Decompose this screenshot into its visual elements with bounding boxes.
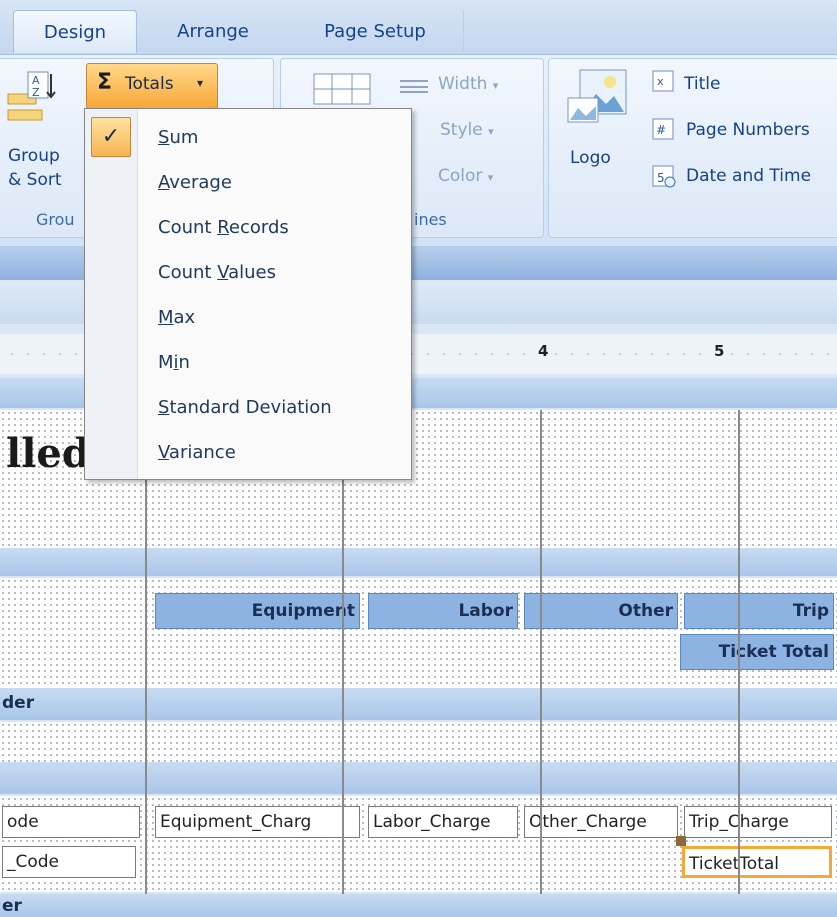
- group-header-label: der: [2, 693, 35, 713]
- menu-item-variance[interactable]: Variance: [158, 431, 236, 475]
- chevron-down-icon: ▾: [488, 125, 494, 138]
- move-handle[interactable]: [676, 836, 686, 846]
- detail-band[interactable]: [0, 762, 837, 794]
- menu-item-count-records[interactable]: Count Records: [158, 206, 289, 250]
- date-time-button[interactable]: Date and Time: [686, 166, 811, 186]
- tab-design[interactable]: Design: [13, 10, 137, 53]
- chevron-down-icon: ▾: [487, 171, 494, 184]
- report-title-label[interactable]: lled: [6, 430, 90, 477]
- group-sort-label-line1[interactable]: Group: [8, 146, 60, 166]
- field-code-2[interactable]: _Code: [2, 846, 136, 878]
- header-other[interactable]: Other: [524, 593, 678, 629]
- ruler-mark-4: 4: [536, 342, 551, 360]
- grid-column-line: [540, 410, 542, 894]
- title-button[interactable]: Title: [684, 74, 720, 94]
- ribbon-tab-bar: Design Arrange Page Setup: [0, 0, 837, 55]
- group-header-section[interactable]: [0, 722, 837, 762]
- color-button[interactable]: Color ▾: [438, 166, 493, 186]
- header-equipment[interactable]: Equipment: [155, 593, 360, 629]
- field-ticket-total-selected[interactable]: TicketTotal: [682, 846, 832, 878]
- svg-text:5: 5: [657, 171, 665, 185]
- width-button[interactable]: Width ▾: [438, 74, 498, 94]
- sigma-icon: Σ: [97, 70, 113, 95]
- tab-page-setup[interactable]: Page Setup: [300, 10, 450, 52]
- field-trip-charge[interactable]: Trip_Charge: [684, 806, 832, 838]
- menu-item-average[interactable]: Average: [158, 161, 232, 205]
- menu-item-max[interactable]: Max: [158, 296, 195, 340]
- page-numbers-icon: #: [652, 118, 674, 140]
- field-equipment-charge[interactable]: Equipment_Charg: [155, 806, 360, 838]
- menu-item-sum[interactable]: Sum: [158, 116, 198, 160]
- page-header-band[interactable]: [0, 548, 837, 576]
- group-sort-icon: A Z: [6, 68, 58, 132]
- totals-label: Totals: [125, 74, 174, 94]
- totals-button[interactable]: Σ Totals ▾: [86, 63, 218, 109]
- totals-dropdown-menu: ✓ Sum Average Count Records Count Values…: [84, 108, 412, 480]
- group-header-band[interactable]: der: [0, 688, 837, 720]
- menu-item-min[interactable]: Min: [158, 341, 190, 385]
- width-label: Width: [438, 74, 488, 94]
- field-other-charge[interactable]: Other_Charge: [524, 806, 678, 838]
- header-ticket-total[interactable]: Ticket Total: [680, 634, 834, 670]
- menu-item-count-values[interactable]: Count Values: [158, 251, 276, 295]
- tab-arrange[interactable]: Arrange: [158, 10, 268, 52]
- header-trip[interactable]: Trip: [684, 593, 834, 629]
- group-sort-label-line2[interactable]: & Sort: [8, 170, 62, 190]
- style-button[interactable]: Style ▾: [440, 120, 494, 140]
- grid-column-line: [145, 410, 147, 894]
- grid-column-line: [738, 410, 740, 894]
- field-code-1[interactable]: ode: [2, 806, 140, 838]
- color-label: Color: [438, 166, 483, 186]
- group-label-grouping: Grou: [36, 210, 75, 229]
- chevron-down-icon: ▾: [492, 79, 499, 92]
- logo-label[interactable]: Logo: [570, 148, 611, 168]
- header-labor[interactable]: Labor: [368, 593, 518, 629]
- menu-item-standard-deviation[interactable]: Standard Deviation: [158, 386, 332, 430]
- grid-column-line: [342, 410, 344, 894]
- group-label-gridlines: ines: [414, 210, 447, 229]
- chevron-down-icon: ▾: [197, 76, 204, 90]
- footer-label: er: [2, 896, 22, 916]
- width-icon: [400, 78, 430, 94]
- field-labor-charge[interactable]: Labor_Charge: [368, 806, 518, 838]
- title-icon: x: [652, 70, 674, 92]
- tab-separator: [463, 10, 464, 52]
- svg-text:Z: Z: [32, 86, 40, 99]
- ruler-mark-5: 5: [712, 342, 727, 360]
- check-icon: ✓: [91, 117, 131, 157]
- logo-icon[interactable]: [566, 68, 628, 140]
- date-time-icon: 5: [652, 164, 676, 188]
- menu-gutter: [85, 109, 138, 479]
- footer-band[interactable]: er: [0, 894, 837, 917]
- gridlines-icon[interactable]: [312, 72, 372, 106]
- svg-text:x: x: [657, 75, 664, 88]
- style-label: Style: [440, 120, 483, 140]
- page-numbers-button[interactable]: Page Numbers: [686, 120, 810, 140]
- svg-text:#: #: [656, 123, 666, 137]
